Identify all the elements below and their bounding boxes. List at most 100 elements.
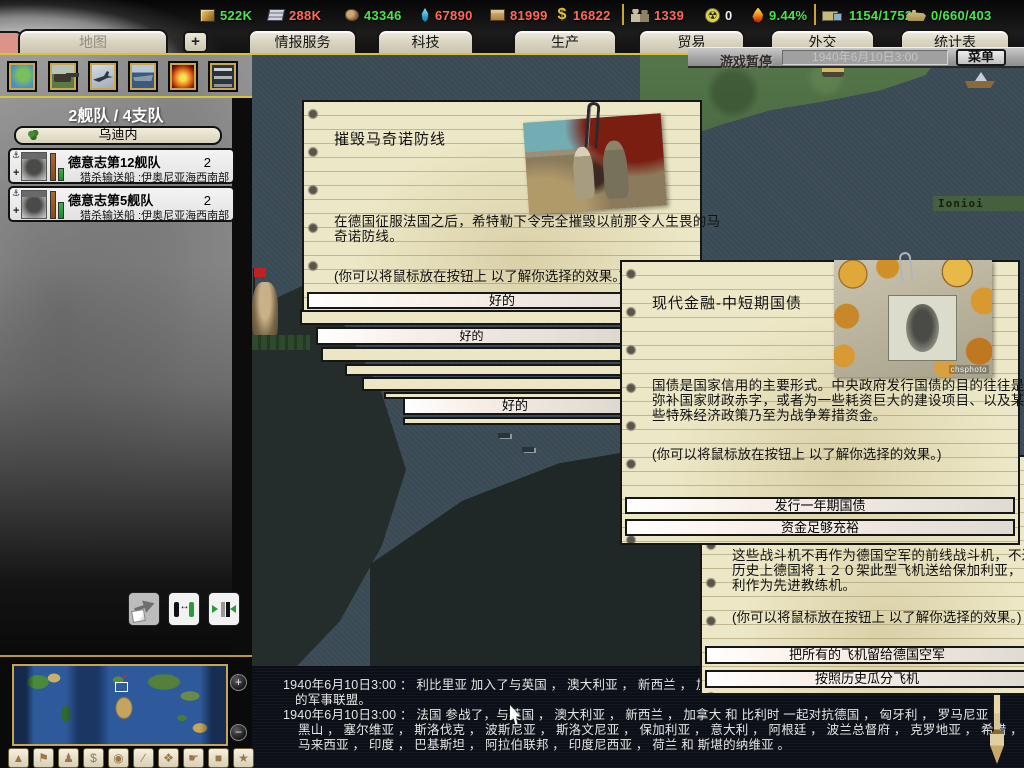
province-label-strip — [252, 335, 310, 350]
panel-edge-shadow — [232, 96, 252, 655]
unit-flag — [254, 268, 266, 277]
resource-metal: 288K — [268, 7, 321, 23]
tab-production[interactable]: 生产 — [513, 29, 617, 55]
mapmode-weather-button[interactable]: ∕ — [133, 748, 154, 768]
event-choice-button[interactable]: 发行一年期国债 — [625, 497, 1015, 514]
admiral-portrait — [21, 152, 47, 181]
event-body-line: 这些战斗机不再作为德国空军的前线战斗机，不过依然 — [732, 548, 1024, 563]
minimap-panel: + − ▲ ⚑ ♟ $ ◉ ∕ ❖ ☛ ■ ★ — [0, 655, 252, 768]
stacked-event-edge — [362, 377, 627, 391]
rare-materials-icon — [345, 9, 359, 21]
event-choice-button[interactable]: 按照历史瓜分飞机 — [705, 670, 1024, 688]
gold-divider — [0, 96, 252, 98]
anchor-icon: ⚓ — [12, 188, 20, 199]
overview-map-button[interactable] — [7, 61, 37, 92]
gold-divider — [0, 53, 688, 55]
tab-map[interactable]: 地图 — [18, 29, 168, 55]
event-body-line: 奇诺防线。 — [334, 229, 692, 244]
sea-zone-label: Ionioi — [933, 196, 1024, 211]
transfer-units-button[interactable]: ↔ — [168, 592, 200, 626]
resource-supplies: 81999 — [490, 7, 548, 23]
event-body: 国债是国家信用的主要形式。中央政府发行国债的目的往往是 弥补国家财政赤字，或者为… — [652, 378, 1010, 423]
unit-panel: 2舰队 / 4支队 乌迪内 ⚓ + 德意志第12舰队 2 猎杀输送船 :伊奥尼亚… — [0, 55, 252, 655]
event-choice-button[interactable]: 资金足够充裕 — [625, 519, 1015, 536]
ship-hull — [965, 81, 995, 88]
fleet-entry[interactable]: ⚓ + 德意志第12舰队 2 猎杀输送船 :伊奥尼亚海西南部 — [8, 148, 235, 184]
mapmode-terrain-button[interactable]: ▲ — [8, 748, 29, 768]
dissent-value: 9.44% — [769, 8, 807, 23]
resource-escorts: 0/660/403 — [906, 7, 992, 23]
transports-value: 1154/1752 — [849, 8, 912, 23]
mapmode-infrastructure-button[interactable]: ■ — [208, 748, 229, 768]
strength-bar — [50, 191, 56, 219]
menu-button[interactable]: 菜单 — [956, 49, 1006, 66]
event-body-line: 历史上德国将１２０架此型飞机送给保加利亚，６０架送给 — [732, 563, 1024, 578]
nuclear-value: 0 — [725, 8, 733, 23]
expand-plus-icon: + — [13, 205, 19, 217]
ship-sail — [975, 72, 987, 81]
stacked-event-edge — [345, 364, 627, 376]
province-button[interactable]: 乌迪内 — [14, 126, 222, 145]
nuclear-button[interactable] — [168, 61, 198, 92]
mapmode-units-button[interactable]: ♟ — [58, 748, 79, 768]
zoom-in-button[interactable]: + — [230, 674, 247, 691]
admiral-portrait — [21, 190, 47, 219]
money-value: 16822 — [573, 8, 611, 23]
event-body: 在德国征服法国之后，希特勒下令完全摧毁以前那令人生畏的马 奇诺防线。 — [334, 214, 692, 244]
game-screen: Ionioi 1940年6月10日3:00 ： 利比里亚 加入了与英国 ， 澳大… — [0, 0, 1024, 768]
oil-drop-icon — [420, 8, 430, 22]
air-forces-button[interactable] — [88, 61, 118, 92]
resource-nuclear: ☢ 0 — [705, 7, 733, 23]
organization-bar — [58, 168, 64, 181]
minimap[interactable] — [12, 664, 228, 746]
minimap-viewport-rect — [115, 682, 128, 692]
mapmode-victory-button[interactable]: ★ — [233, 748, 254, 768]
center-view-button[interactable]: + — [183, 31, 208, 53]
stacked-event-edge — [403, 417, 627, 425]
resource-energy: 522K — [200, 7, 252, 23]
event-body-line: 国债是国家信用的主要形式。中央政府发行国债的目的往往是 — [652, 378, 1010, 393]
time-bar: 游戏暂停 1940年6月10日3:00 菜单 — [688, 47, 1024, 68]
stacked-event-ok-button[interactable]: 好的 — [403, 397, 627, 415]
units-overview-button[interactable] — [208, 61, 238, 92]
mapmode-political-button[interactable]: ⚑ — [33, 748, 54, 768]
supplies-value: 81999 — [510, 8, 548, 23]
merge-units-button[interactable] — [208, 592, 240, 626]
tab-intelligence[interactable]: 情报服务 — [248, 29, 357, 55]
mapmode-supply-button[interactable]: ❖ — [158, 748, 179, 768]
event-hint: (你可以将鼠标放在按钮上 以了解你选择的效果。) — [652, 443, 942, 463]
ship-sprite — [965, 72, 995, 88]
mapmode-economy-button[interactable]: $ — [83, 748, 104, 768]
oil-value: 67890 — [435, 8, 473, 23]
separator — [622, 4, 624, 25]
supply-crate-icon — [490, 9, 505, 21]
metal-value: 288K — [289, 8, 321, 23]
resource-oil: 67890 — [420, 7, 473, 23]
separator — [814, 4, 816, 25]
energy-icon — [200, 9, 215, 22]
fleet-count: 2 — [204, 155, 211, 170]
portrait-face — [906, 304, 938, 352]
land-forces-button[interactable] — [48, 61, 78, 92]
fleet-entry[interactable]: ⚓ + 德意志第5舰队 2 猎杀输送船 :伊奥尼亚海西南部 — [8, 186, 235, 222]
resource-rare-materials: 43346 — [345, 7, 402, 23]
naval-forces-button[interactable] — [128, 61, 158, 92]
date-field[interactable]: 1940年6月10日3:00 — [782, 50, 948, 65]
mapmode-partisan-button[interactable]: ☛ — [183, 748, 204, 768]
resource-money: $ 16822 — [556, 7, 611, 23]
fleet-mission: 猎杀输送船 :伊奥尼亚海西南部 — [80, 207, 231, 223]
organization-bar — [58, 202, 64, 219]
photo-watermark: chsphoto — [949, 365, 989, 374]
mapmode-resources-button[interactable]: ◉ — [108, 748, 129, 768]
reorganize-button[interactable] — [128, 592, 160, 626]
strength-bar — [50, 153, 56, 181]
resource-transports: 1154/1752 — [822, 7, 912, 23]
pause-status: 游戏暂停 — [720, 51, 772, 70]
tab-technology[interactable]: 科技 — [377, 29, 474, 55]
stacked-event-ok-button[interactable]: 好的 — [316, 327, 627, 345]
flame-icon — [752, 8, 764, 23]
event-body: 这些战斗机不再作为德国空军的前线战斗机，不过依然 历史上德国将１２０架此型飞机送… — [732, 548, 1024, 593]
zoom-out-button[interactable]: − — [230, 724, 247, 741]
metal-icon — [267, 9, 286, 21]
event-choice-button[interactable]: 把所有的飞机留给德国空军 — [705, 646, 1024, 664]
